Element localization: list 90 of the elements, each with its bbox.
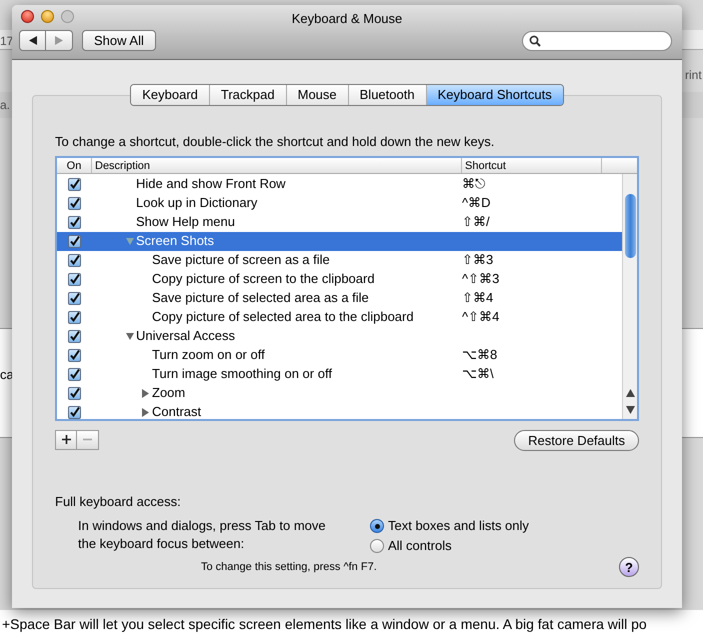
checkbox[interactable] — [68, 386, 81, 400]
radio-button[interactable] — [370, 519, 384, 533]
checkbox[interactable] — [68, 272, 81, 286]
tab[interactable]: Trackpad — [208, 85, 286, 105]
add-button[interactable] — [55, 430, 77, 450]
checkbox[interactable] — [68, 196, 81, 210]
table-row[interactable]: Copy picture of selected area to the clipboard ^⇧⌘4 — [57, 308, 622, 326]
table-row[interactable]: Look up in Dictionary ^⌘D — [57, 194, 622, 212]
right-arrow-icon — [55, 36, 63, 45]
show-all-button[interactable]: Show All — [82, 30, 156, 51]
radio-label: Text boxes and lists only — [388, 517, 529, 536]
shortcut-cell-text: ^⇧⌘3 — [462, 270, 500, 288]
checkbox[interactable] — [68, 178, 81, 190]
section-heading: Full keyboard access: — [55, 492, 182, 511]
back-button[interactable] — [19, 30, 46, 51]
shortcut-cell-text: ⇧⌘3 — [462, 251, 494, 270]
shortcut-cell-text: ⌥⌘\ — [462, 365, 494, 384]
table-row[interactable]: Universal Access — [57, 326, 622, 346]
scroll-down-icon[interactable] — [626, 406, 635, 414]
shortcut-cell-text: ⌘⎋ — [462, 175, 485, 194]
expand-triangle-icon[interactable] — [141, 408, 151, 416]
background-text: +Space Bar will let you select specific screen elements like a window or a menu. A big fat camera will po — [2, 615, 647, 634]
search-icon — [529, 35, 541, 47]
description-cell-text: Look up in Dictionary — [136, 194, 258, 212]
shortcut-cell-text: ^⌘D — [462, 194, 490, 212]
description-cell-text: Hide and show Front Row — [136, 175, 286, 194]
table-row[interactable]: Zoom — [57, 384, 622, 402]
checkbox[interactable] — [68, 310, 81, 324]
description-cell-text: Contrast — [152, 403, 202, 418]
description-cell-text: Show Help menu — [136, 213, 235, 232]
table-row[interactable]: Save picture of selected area as a file ⇧⌘4 — [57, 288, 622, 308]
hint-text: To change this setting, press ^fn F7. — [201, 560, 377, 575]
column-header[interactable]: Description — [92, 158, 462, 172]
checkbox[interactable] — [68, 234, 81, 248]
background-text: 17 — [0, 33, 14, 50]
radio-button[interactable] — [370, 539, 384, 553]
description-cell-text: Copy picture of screen to the clipboard — [152, 270, 375, 288]
instruction-text: To change a shortcut, double-click the shortcut and hold down the new keys. — [55, 133, 496, 151]
forward-button[interactable] — [46, 30, 73, 51]
search-field[interactable] — [522, 31, 672, 51]
description-cell-text: Copy picture of selected area to the clipboard — [152, 308, 414, 326]
tab[interactable]: Keyboard Shortcuts — [426, 85, 563, 105]
tab[interactable]: Mouse — [286, 85, 348, 105]
background-text: rint — [685, 67, 702, 84]
window-title: Keyboard & Mouse — [292, 10, 402, 28]
checkbox[interactable] — [68, 292, 81, 304]
table-row[interactable]: Screen Shots — [57, 232, 622, 250]
tab[interactable]: Keyboard — [131, 85, 209, 105]
table-row[interactable]: Hide and show Front Row ⌘⎋ — [57, 174, 622, 194]
shortcut-cell-text: ^⇧⌘4 — [462, 308, 500, 326]
table-row[interactable]: Save picture of screen as a file ⇧⌘3 — [57, 250, 622, 270]
plus-icon — [62, 435, 70, 444]
table-row[interactable]: Contrast — [57, 402, 622, 418]
table-row[interactable]: Show Help menu ⇧⌘/ — [57, 212, 622, 232]
minimize-button[interactable] — [41, 10, 54, 23]
scroll-thumb[interactable] — [625, 194, 636, 258]
description-cell-text: Turn image smoothing on or off — [152, 365, 332, 384]
table-row[interactable]: Turn zoom on or off ⌥⌘8 — [57, 346, 622, 364]
table-row[interactable]: Turn image smoothing on or off ⌥⌘\ — [57, 364, 622, 384]
description-text: the keyboard focus between: — [78, 535, 246, 552]
table-row[interactable]: Copy picture of screen to the clipboard ^⇧⌘3 — [57, 270, 622, 288]
scroll-up-icon[interactable] — [626, 388, 635, 396]
description-cell-text: Zoom — [152, 384, 186, 402]
checkbox[interactable] — [68, 330, 81, 342]
close-button[interactable] — [21, 10, 34, 23]
column-header[interactable]: On — [57, 158, 92, 172]
checkbox[interactable] — [68, 406, 81, 418]
shortcut-cell-text: ⇧⌘/ — [462, 213, 490, 232]
checkbox[interactable] — [68, 368, 81, 380]
scrollbar[interactable] — [622, 174, 637, 418]
description-text: In windows and dialogs, press Tab to move — [78, 517, 327, 534]
description-cell-text: Save picture of selected area as a file — [152, 289, 369, 308]
checkbox[interactable] — [68, 216, 81, 228]
description-cell-text: Universal Access — [136, 327, 235, 346]
shortcut-cell-text: ⌥⌘8 — [462, 346, 498, 364]
expand-triangle-icon[interactable] — [141, 388, 151, 398]
description-cell-text: Turn zoom on or off — [152, 346, 265, 364]
description-cell-text: Screen Shots — [136, 232, 214, 250]
background-text: a. — [0, 97, 10, 114]
collapse-triangle-icon[interactable] — [125, 332, 135, 340]
help-button[interactable]: ? — [619, 557, 639, 577]
tab[interactable]: Bluetooth — [348, 85, 426, 105]
column-header[interactable]: Shortcut — [462, 158, 602, 172]
checkbox[interactable] — [68, 348, 81, 362]
left-arrow-icon — [28, 36, 36, 45]
radio-label: All controls — [388, 537, 452, 556]
shortcut-cell-text: ⇧⌘4 — [462, 289, 494, 308]
checkbox[interactable] — [68, 254, 81, 266]
description-cell-text: Save picture of screen as a file — [152, 251, 330, 270]
restore-defaults-button[interactable]: Restore Defaults — [514, 430, 639, 450]
